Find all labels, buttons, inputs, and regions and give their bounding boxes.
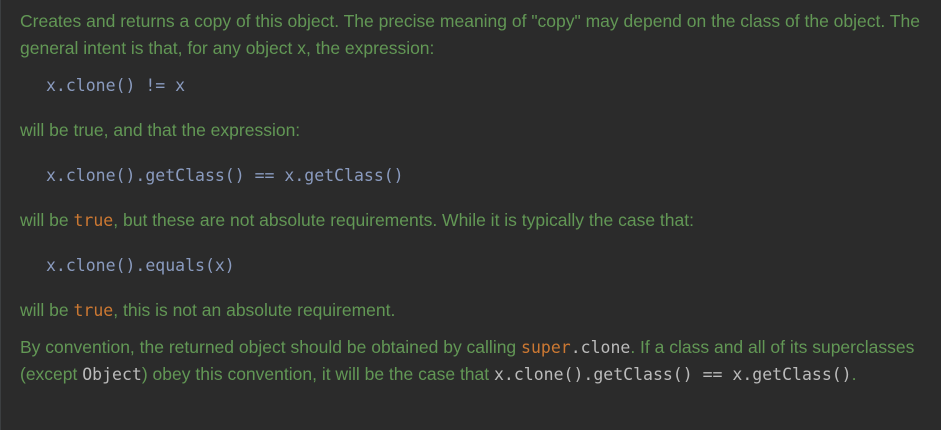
doc-paragraph-intro: Creates and returns a copy of this objec… [20,11,920,58]
doc-text: By convention, the returned object shoul… [20,337,522,357]
doc-paragraph-not-absolute: will be true, but these are not absolute… [20,207,931,234]
inline-keyword-true: true [73,301,114,320]
doc-paragraph-equals-requirement: will be true, this is not an absolute re… [20,297,931,324]
doc-paragraph-true-expression: will be true, and that the expression: [20,120,301,140]
inline-code-clone: .clone [570,338,631,357]
inline-code-object: Object [82,365,142,384]
javadoc-popup: Creates and returns a copy of this objec… [0,0,941,430]
inline-code-expression: x.clone().getClass() == x.getClass() [494,365,852,384]
doc-text: . [851,364,857,384]
inline-keyword-super: super [521,338,571,357]
doc-text: will be [20,300,74,320]
code-example-not-equal: x.clone() != x [46,76,186,95]
code-example-getclass: x.clone().getClass() == x.getClass() [46,166,404,185]
doc-paragraph-convention: By convention, the returned object shoul… [20,334,931,388]
doc-text: ) obey this convention, it will be the c… [141,364,494,384]
doc-text: , this is not an absolute requirement. [113,300,396,320]
inline-keyword-true: true [73,211,114,230]
code-example-equals: x.clone().equals(x) [46,256,235,275]
doc-text: will be [20,210,74,230]
doc-text: , but these are not absolute requirement… [113,210,694,230]
